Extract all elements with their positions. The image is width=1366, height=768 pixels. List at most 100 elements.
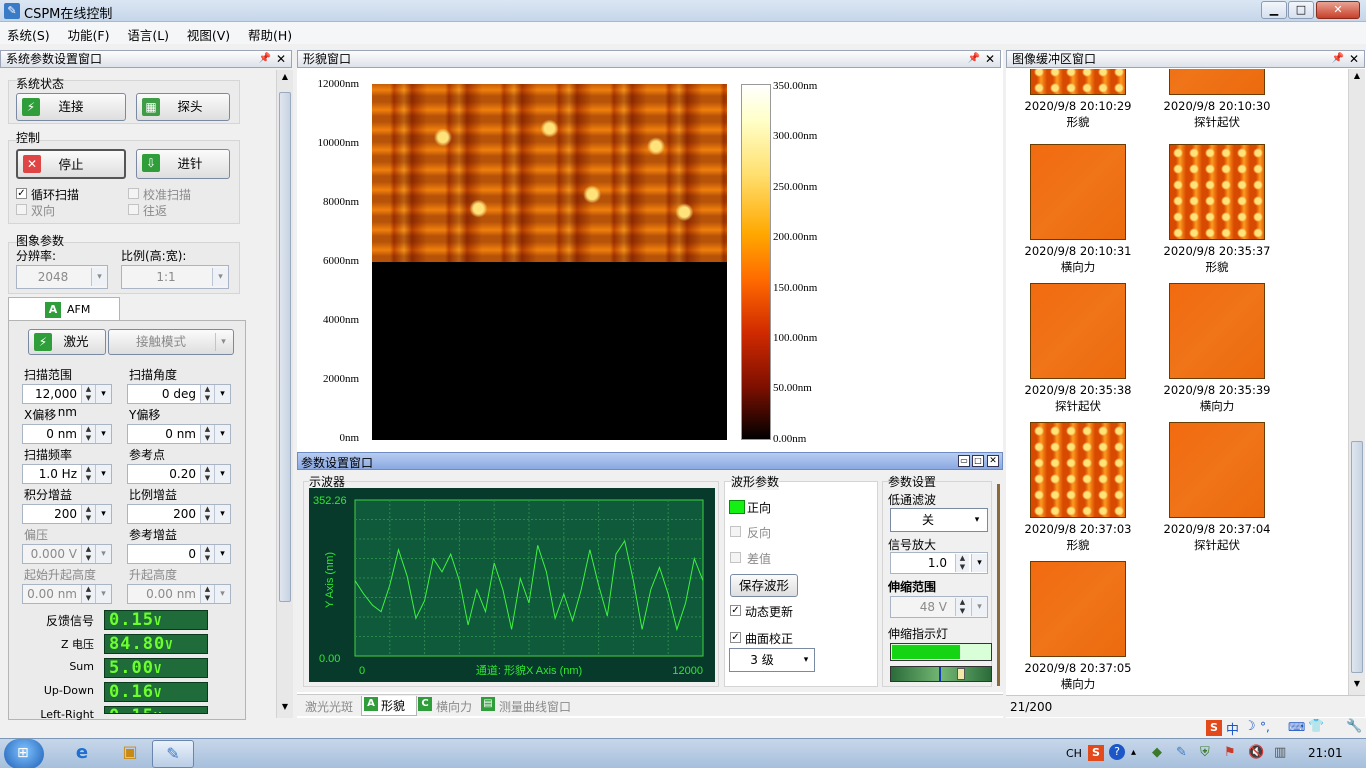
- param-input[interactable]: 0 deg ▲ ▼ ▾: [127, 384, 231, 404]
- spin-updown-icon[interactable]: ▲ ▼: [81, 465, 95, 483]
- oscilloscope-chart[interactable]: 352.26 0.00 Y Axis (nm) 0 12000 通道: 形貌X Axis …: [309, 488, 715, 682]
- tray-app-icon[interactable]: ◆: [1152, 745, 1162, 760]
- splitter[interactable]: [997, 484, 1000, 686]
- probe-button[interactable]: ▦ 探头: [136, 93, 230, 121]
- menu-function[interactable]: 功能(F): [61, 22, 117, 47]
- spin-updown-icon[interactable]: ▲ ▼: [200, 545, 214, 563]
- close-icon[interactable]: ✕: [276, 51, 286, 67]
- correction-level-select[interactable]: 3 级 ▾: [729, 648, 815, 672]
- tab-lateral-force[interactable]: 横向力: [436, 698, 472, 715]
- range-input[interactable]: 48 V ▲ ▼ ▾: [890, 596, 988, 618]
- spin-updown-icon[interactable]: ▲ ▼: [81, 385, 95, 403]
- folder-icon[interactable]: ▣: [110, 742, 150, 766]
- chevron-down-icon[interactable]: ▾: [214, 545, 230, 563]
- scroll-up-icon[interactable]: ▲: [279, 72, 291, 84]
- chevron-down-icon[interactable]: ▾: [95, 385, 111, 403]
- chevron-down-icon[interactable]: ▾: [971, 598, 987, 616]
- param-input[interactable]: 0.00 nm ▲ ▼ ▾: [127, 584, 231, 604]
- punct-icon[interactable]: °,: [1260, 720, 1270, 734]
- tray-cspm-icon[interactable]: ✎: [1176, 745, 1187, 760]
- chevron-down-icon[interactable]: ▾: [214, 425, 230, 443]
- chevron-down-icon[interactable]: ▾: [214, 505, 230, 523]
- param-input[interactable]: 1.0 Hz ▲ ▼ ▾: [22, 464, 112, 484]
- sogou-tray-icon[interactable]: S: [1088, 745, 1104, 761]
- forward-indicator[interactable]: [729, 500, 745, 514]
- left-panel-scrollbar[interactable]: ▲ ▼: [276, 70, 293, 718]
- ratio-select[interactable]: 1:1 ▾: [121, 265, 229, 289]
- scroll-down-icon[interactable]: ▼: [279, 702, 291, 714]
- laser-button[interactable]: ⚡ 激光: [28, 329, 106, 355]
- maximize-button[interactable]: □: [1288, 1, 1314, 19]
- thumbnail-image[interactable]: [1169, 283, 1265, 379]
- curve-correct-checkbox[interactable]: ✓: [730, 632, 741, 643]
- param-input[interactable]: 0 ▲ ▼ ▾: [127, 544, 231, 564]
- lowpass-select[interactable]: 关 ▾: [890, 508, 988, 532]
- maximize-icon[interactable]: □: [972, 455, 984, 467]
- close-icon[interactable]: ✕: [985, 51, 995, 67]
- scroll-up-icon[interactable]: ▲: [1351, 71, 1363, 83]
- cspm-taskbar-button[interactable]: ✎: [152, 740, 194, 768]
- buffer-scrollbar[interactable]: ▲ ▼: [1348, 69, 1365, 695]
- minimize-button[interactable]: ▁: [1261, 1, 1287, 19]
- menu-view[interactable]: 视图(V): [180, 22, 237, 47]
- close-icon[interactable]: ✕: [987, 455, 999, 467]
- tab-measure-curve[interactable]: 测量曲线窗口: [499, 698, 571, 715]
- chevron-down-icon[interactable]: ▾: [214, 385, 230, 403]
- language-indicator[interactable]: CH: [1066, 747, 1082, 760]
- clock[interactable]: 21:01: [1308, 746, 1343, 760]
- ie-icon[interactable]: e: [62, 742, 102, 766]
- action-center-icon[interactable]: ⚑: [1224, 745, 1236, 760]
- close-icon[interactable]: ✕: [1349, 51, 1359, 67]
- round-trip-checkbox[interactable]: [128, 204, 139, 215]
- param-input[interactable]: 200 ▲ ▼ ▾: [127, 504, 231, 524]
- menu-language[interactable]: 语言(L): [120, 22, 176, 47]
- loop-scan-checkbox[interactable]: ✓: [16, 188, 27, 199]
- thumbnail-image[interactable]: [1169, 422, 1265, 518]
- tab-laser-spot[interactable]: 激光光斑: [305, 698, 353, 715]
- keyboard-icon[interactable]: ⌨: [1288, 720, 1305, 734]
- calib-scan-checkbox[interactable]: [128, 188, 139, 199]
- tab-topography[interactable]: A 形貌: [361, 696, 417, 716]
- gain-input[interactable]: 1.0 ▲ ▼ ▾: [890, 552, 988, 574]
- moon-icon[interactable]: ☽: [1244, 719, 1256, 734]
- param-input[interactable]: 0.20 ▲ ▼ ▾: [127, 464, 231, 484]
- start-button[interactable]: ⊞: [4, 739, 44, 768]
- tray-shield-icon[interactable]: ⛨: [1200, 745, 1210, 760]
- wrench-icon[interactable]: 🔧: [1346, 719, 1362, 734]
- spin-updown-icon[interactable]: ▲ ▼: [200, 425, 214, 443]
- spin-updown-icon[interactable]: ▲ ▼: [81, 505, 95, 523]
- pin-icon[interactable]: 📌: [1332, 51, 1344, 67]
- chevron-down-icon[interactable]: ▾: [214, 585, 230, 603]
- chevron-down-icon[interactable]: ▾: [214, 465, 230, 483]
- user-icon[interactable]: 👕: [1308, 719, 1324, 734]
- spin-updown-icon[interactable]: ▲ ▼: [81, 585, 95, 603]
- thumbnail-image[interactable]: [1030, 283, 1126, 379]
- diff-checkbox[interactable]: [730, 552, 741, 563]
- spin-updown-icon[interactable]: ▲ ▼: [81, 545, 95, 563]
- pin-icon[interactable]: 📌: [968, 51, 980, 67]
- scroll-thumb[interactable]: [1351, 441, 1363, 673]
- resolution-select[interactable]: 2048 ▾: [16, 265, 108, 289]
- network-icon[interactable]: ▥: [1274, 745, 1286, 760]
- menu-help[interactable]: 帮助(H): [241, 22, 299, 47]
- param-input[interactable]: 0.000 V ▲ ▼ ▾: [22, 544, 112, 564]
- chevron-down-icon[interactable]: ▾: [95, 425, 111, 443]
- param-input[interactable]: 200 ▲ ▼ ▾: [22, 504, 112, 524]
- close-button[interactable]: ✕: [1316, 1, 1360, 19]
- help-icon[interactable]: ?: [1109, 744, 1125, 760]
- spin-updown-icon[interactable]: ▲ ▼: [200, 465, 214, 483]
- stop-button[interactable]: ✕ 停止: [16, 149, 126, 179]
- scroll-down-icon[interactable]: ▼: [1351, 679, 1363, 691]
- menu-system[interactable]: 系统(S): [0, 22, 57, 47]
- chevron-down-icon[interactable]: ▾: [95, 585, 111, 603]
- save-waveform-button[interactable]: 保存波形: [730, 574, 798, 597]
- chevron-down-icon[interactable]: ▾: [971, 554, 987, 572]
- param-input[interactable]: 0.00 nm ▲ ▼ ▾: [22, 584, 112, 604]
- mode-select[interactable]: 接触模式 ▾: [108, 329, 234, 355]
- sogou-icon[interactable]: S: [1206, 720, 1222, 736]
- thumbnail-image[interactable]: [1030, 422, 1126, 518]
- spin-updown-icon[interactable]: ▲ ▼: [955, 554, 969, 572]
- spin-updown-icon[interactable]: ▲ ▼: [200, 385, 214, 403]
- spin-updown-icon[interactable]: ▲ ▼: [200, 505, 214, 523]
- spin-updown-icon[interactable]: ▲ ▼: [81, 425, 95, 443]
